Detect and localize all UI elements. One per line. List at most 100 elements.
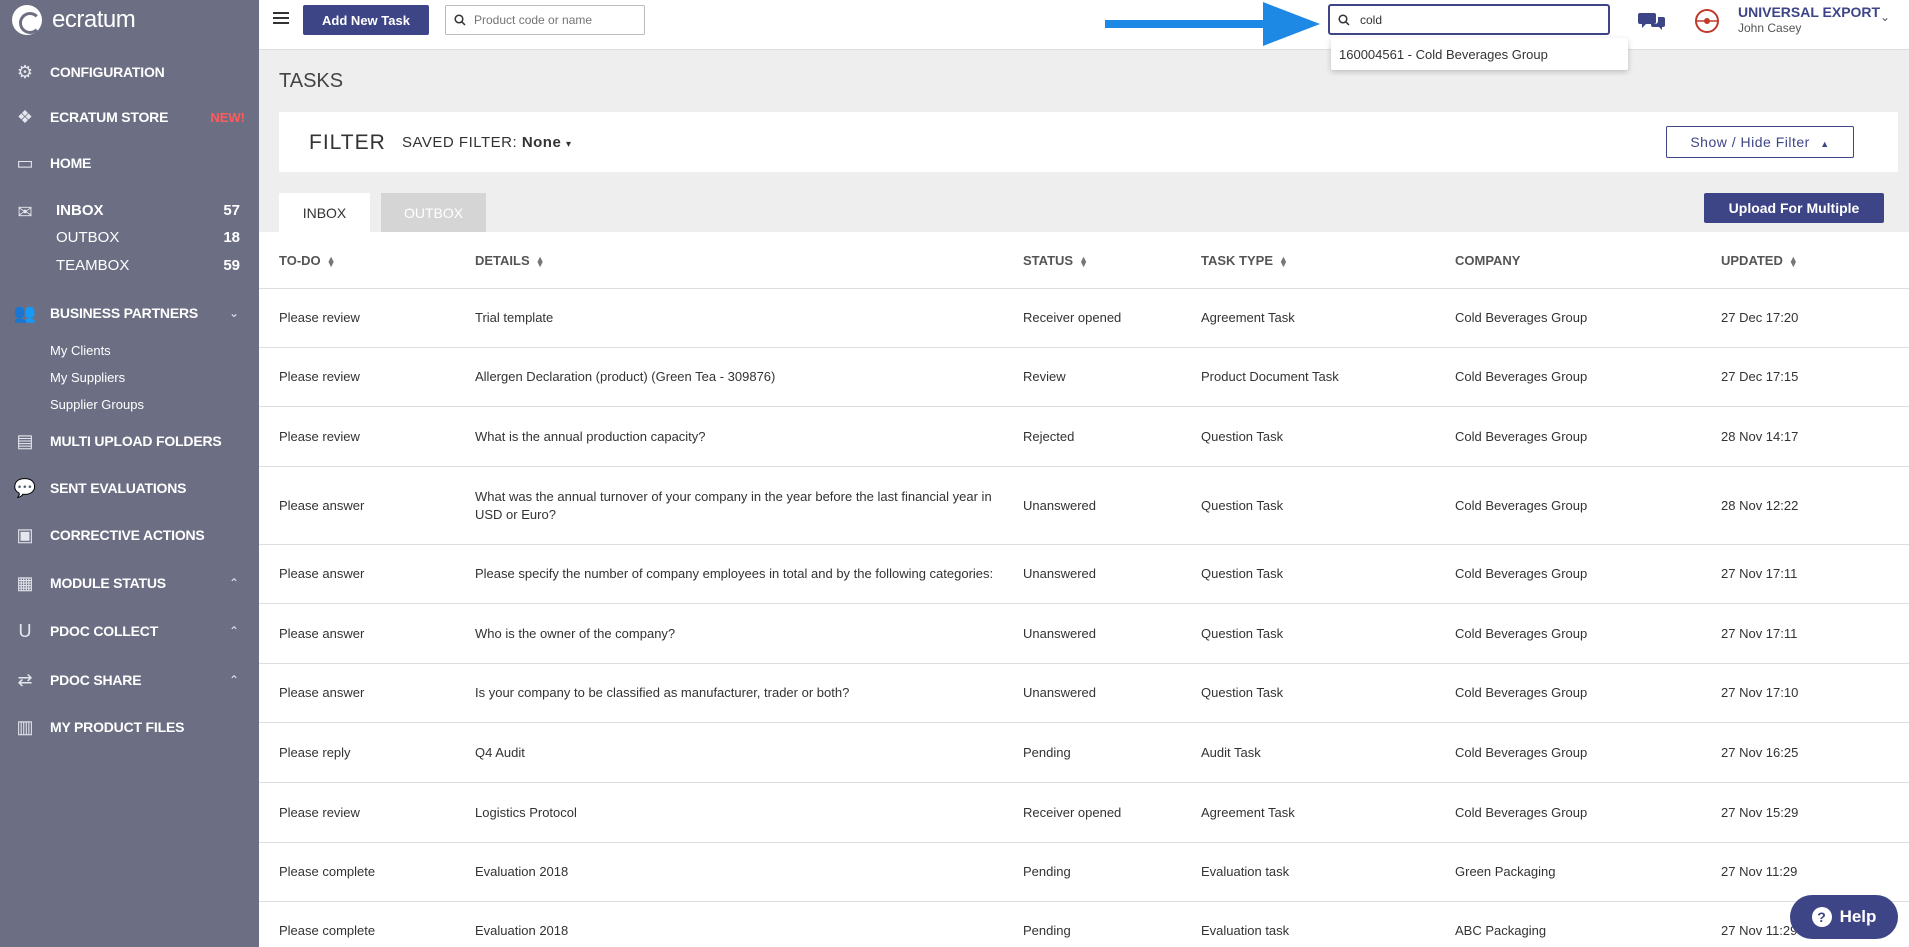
product-search-input[interactable] <box>474 13 634 27</box>
cell-status: Pending <box>1023 864 1071 879</box>
cell-todo: Please answer <box>279 497 365 513</box>
header-todo[interactable]: TO-DO ▲ ▼ <box>279 253 336 268</box>
cell-updated: 27 Dec 17:20 <box>1721 310 1799 325</box>
nav-my-suppliers[interactable]: My Suppliers <box>50 370 125 385</box>
outbox-count: 18 <box>223 228 240 246</box>
cell-company: Cold Beverages Group <box>1455 744 1588 760</box>
saved-filter-dropdown[interactable]: SAVED FILTER: None ▾ <box>402 134 572 151</box>
table-row[interactable]: Please review Allergen Declaration (produ… <box>259 348 1909 407</box>
cell-status: Unanswered <box>1023 497 1096 513</box>
header-updated[interactable]: UPDATED ▲ ▼ <box>1721 253 1798 268</box>
nav-business-partners-label: BUSINESS PARTNERS <box>50 305 199 321</box>
nav-corrective-actions[interactable]: ▣ CORRECTIVE ACTIONS <box>0 521 259 549</box>
tasks-table: TO-DO ▲ ▼ DETAILS ▲ ▼ STATUS ▲ ▼ TASK TYPE ▲ ▼ C… <box>259 232 1909 947</box>
table-row[interactable]: Please answer Please specify the number o… <box>259 545 1909 604</box>
nav-pdoc-share[interactable]: ⇄ PDOC SHARE ⌃ <box>0 666 259 694</box>
saved-filter-label: SAVED FILTER: <box>402 134 518 151</box>
nav-my-product-files-label: MY PRODUCT FILES <box>50 719 185 735</box>
header-updated-label: UPDATED <box>1721 253 1783 268</box>
tab-outbox[interactable]: OUTBOX <box>381 193 486 232</box>
nav-module-status[interactable]: ▦ MODULE STATUS ⌃ <box>0 569 259 597</box>
file-box-icon: ▥ <box>16 716 34 737</box>
question-icon: ? <box>1811 907 1832 927</box>
arrow-annotation-icon <box>1105 2 1320 46</box>
sort-icon: ▲ ▼ <box>1788 253 1798 269</box>
cell-company: Cold Beverages Group <box>1455 625 1588 641</box>
nav-my-product-files[interactable]: ▥ MY PRODUCT FILES <box>0 713 259 741</box>
table-row[interactable]: Please complete Evaluation 2018 Pending Eva… <box>259 843 1909 902</box>
table-row[interactable]: Please answer Is your company to be class… <box>259 664 1909 723</box>
nav-sent-evaluations[interactable]: 💬 SENT EVALUATIONS <box>0 474 259 502</box>
cell-company: Cold Beverages Group <box>1455 497 1588 513</box>
chevron-down-icon[interactable]: ⌄ <box>1880 10 1890 24</box>
people-icon: 👥 <box>13 302 37 323</box>
saved-filter-value: None <box>521 134 562 151</box>
cell-details: Is your company to be classified as manu… <box>475 685 850 700</box>
table-row[interactable]: Please review Trial template Receiver open… <box>259 289 1909 348</box>
nav-ecratum-store[interactable]: ❖ ECRATUM STORE NEW! <box>0 103 259 131</box>
grid-icon: ▦ <box>16 572 34 593</box>
nav-pdoc-collect[interactable]: U PDOC COLLECT ⌃ <box>0 617 259 645</box>
caret-down-icon: ▾ <box>565 139 572 150</box>
nav-teambox[interactable]: TEAMBOX 59 <box>56 253 246 277</box>
table-header: TO-DO ▲ ▼ DETAILS ▲ ▼ STATUS ▲ ▼ TASK TYPE ▲ ▼ C… <box>259 232 1909 289</box>
table-row[interactable]: Please reply Q4 Audit Pending Audit Task Col… <box>259 723 1909 783</box>
nav-inbox[interactable]: INBOX 57 <box>56 198 246 222</box>
user-name[interactable]: John Casey <box>1738 21 1801 35</box>
show-hide-filter-button[interactable]: Show / Hide Filter ▲ <box>1666 126 1854 158</box>
logo[interactable]: ecratum <box>0 0 259 40</box>
nav-configuration[interactable]: ⚙ CONFIGURATION <box>0 58 259 86</box>
nav-configuration-label: CONFIGURATION <box>50 64 165 80</box>
nav-outbox[interactable]: OUTBOX 18 <box>56 225 246 249</box>
envelope-icon: ✉ <box>17 201 33 222</box>
chevron-up-icon: ⌃ <box>228 673 239 687</box>
header-details-label: DETAILS <box>475 253 530 268</box>
header-company-label: COMPANY <box>1455 253 1521 268</box>
cell-todo: Please complete <box>279 923 376 938</box>
help-button[interactable]: ? Help <box>1790 895 1898 939</box>
chat-icon[interactable] <box>1638 10 1666 32</box>
table-row[interactable]: Please review What is the annual producti… <box>259 407 1909 467</box>
table-row[interactable]: Please complete Evaluation 2018 Pending Eva… <box>259 902 1909 947</box>
help-label: Help <box>1839 907 1877 926</box>
cell-details: What is the annual production capacity? <box>475 428 706 444</box>
cell-todo: Please answer <box>279 625 365 641</box>
table-row[interactable]: Please answer Who is the owner of the com… <box>259 604 1909 664</box>
cell-todo: Please review <box>279 310 360 325</box>
nav-pdoc-share-label: PDOC SHARE <box>50 672 142 688</box>
nav-supplier-groups[interactable]: Supplier Groups <box>50 397 144 412</box>
nav-my-clients[interactable]: My Clients <box>50 343 111 358</box>
upload-for-multiple-button[interactable]: Upload For Multiple <box>1704 193 1884 223</box>
company-name[interactable]: UNIVERSAL EXPORT <box>1738 4 1880 20</box>
cell-status: Unanswered <box>1023 566 1096 581</box>
nav-multi-upload-folders[interactable]: ▤ MULTI UPLOAD FOLDERS <box>0 427 259 455</box>
page-title: TASKS <box>279 70 344 92</box>
sidebar: ecratum ⚙ CONFIGURATION ❖ ECRATUM STORE … <box>0 0 259 947</box>
sort-icon: ▲ ▼ <box>535 253 545 269</box>
cell-updated: 28 Nov 12:22 <box>1721 497 1799 513</box>
table-row[interactable]: Please review Logistics Protocol Receiver … <box>259 783 1909 843</box>
tab-inbox[interactable]: INBOX <box>279 193 370 232</box>
header-status[interactable]: STATUS ▲ ▼ <box>1023 253 1088 268</box>
inbox-count: 57 <box>223 201 240 219</box>
sort-icon: ▲ ▼ <box>326 253 336 269</box>
table-row[interactable]: Please answer What was the annual turnove… <box>259 467 1909 545</box>
cell-updated: 27 Nov 15:29 <box>1721 804 1799 820</box>
nav-corrective-actions-label: CORRECTIVE ACTIONS <box>50 527 205 543</box>
nav-store-label: ECRATUM STORE <box>50 109 169 125</box>
cell-updated: 27 Nov 17:11 <box>1721 625 1798 641</box>
menu-icon[interactable] <box>273 12 289 26</box>
share-icon: ⇄ <box>17 669 33 690</box>
logo-mark <box>12 5 42 35</box>
header-details[interactable]: DETAILS ▲ ▼ <box>475 253 545 268</box>
nav-business-partners[interactable]: 👥 BUSINESS PARTNERS ⌄ <box>0 299 259 327</box>
magnet-icon: U <box>18 620 32 641</box>
nav-home[interactable]: ▭ HOME <box>0 149 259 177</box>
header-task-type[interactable]: TASK TYPE ▲ ▼ <box>1201 253 1288 268</box>
cell-status: Receiver opened <box>1023 310 1122 325</box>
search-suggestion[interactable]: 160004561 - Cold Beverages Group <box>1331 38 1628 70</box>
company-search-input[interactable] <box>1360 12 1590 27</box>
cell-task-type: Question Task <box>1201 497 1284 513</box>
add-new-task-button[interactable]: Add New Task <box>303 5 429 35</box>
chevron-up-icon: ⌃ <box>228 624 239 638</box>
